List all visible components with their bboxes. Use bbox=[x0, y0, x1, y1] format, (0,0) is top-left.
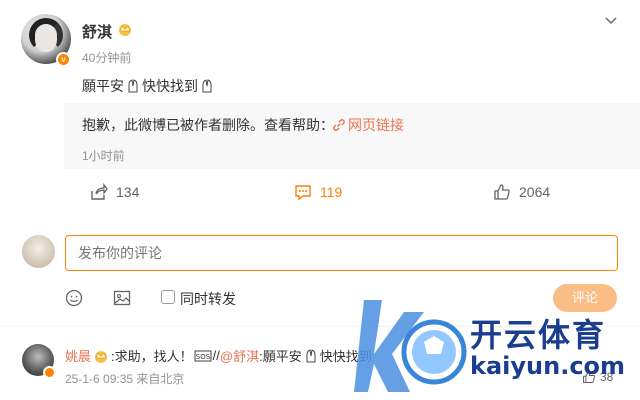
svg-text:SOS: SOS bbox=[195, 353, 210, 361]
commenter-verified-badge bbox=[43, 366, 56, 379]
crown-icon bbox=[119, 24, 131, 36]
comment-time: 25-1-6 09:35 来自北京 bbox=[65, 372, 185, 386]
sos-emoji-icon: SOS bbox=[194, 350, 212, 361]
repost-checkbox-label[interactable]: 同时转发 bbox=[180, 289, 236, 309]
share-icon bbox=[91, 183, 108, 200]
like-button[interactable]: 2064 bbox=[493, 183, 550, 201]
my-avatar[interactable] bbox=[22, 235, 55, 268]
image-icon[interactable] bbox=[113, 289, 131, 307]
share-count: 134 bbox=[116, 184, 140, 200]
help-link-label[interactable]: 网页链接 bbox=[348, 115, 404, 135]
comment-input[interactable] bbox=[65, 235, 618, 271]
emoji-icon[interactable] bbox=[65, 289, 83, 307]
post-text: 願平安 快快找到 bbox=[82, 76, 216, 96]
watermark-name: 开云体育 bbox=[470, 317, 607, 353]
like-count: 2064 bbox=[519, 184, 551, 200]
pray-emoji-icon bbox=[306, 348, 316, 362]
repost-box: 抱歉，此微博已被作者删除。查看帮助： 网页链接 1小时前 bbox=[64, 103, 640, 169]
thumbs-up-icon bbox=[494, 184, 510, 200]
verified-badge: v bbox=[56, 52, 71, 67]
post-text-part2: 快快找到 bbox=[142, 78, 198, 94]
comment-text-b: // bbox=[212, 348, 220, 363]
comment-text-a: :求助，找人！ bbox=[111, 349, 193, 364]
crown-icon bbox=[95, 350, 108, 363]
repost-checkbox[interactable] bbox=[161, 290, 175, 304]
pray-emoji-icon bbox=[202, 79, 212, 93]
action-bar: 134 119 2064 bbox=[0, 183, 640, 203]
commenter-name[interactable]: 姚晨 bbox=[65, 346, 91, 365]
chevron-down-icon[interactable] bbox=[604, 16, 618, 26]
comment-mention[interactable]: @舒淇 bbox=[220, 346, 259, 365]
post-time[interactable]: 40分钟前 bbox=[82, 49, 131, 66]
share-button[interactable]: 134 bbox=[90, 183, 139, 201]
deleted-notice: 抱歉，此微博已被作者删除。查看帮助： bbox=[82, 117, 334, 133]
comment-icon bbox=[295, 185, 311, 201]
post-text-part1: 願平安 bbox=[82, 78, 124, 94]
comment-body: 姚晨 :求助，找人！ SOS // @舒淇 :願平安 快快找到 bbox=[65, 346, 372, 365]
pray-emoji-icon bbox=[128, 79, 138, 93]
watermark-url: kaiyun.com bbox=[470, 352, 626, 380]
repost-time[interactable]: 1小时前 bbox=[82, 147, 125, 164]
help-link[interactable]: 网页链接 bbox=[332, 115, 404, 135]
post-author-name[interactable]: 舒淇 bbox=[82, 21, 112, 42]
avatar-face bbox=[35, 24, 57, 52]
comment-button[interactable]: 119 bbox=[294, 183, 342, 201]
comment-count: 119 bbox=[320, 184, 343, 200]
link-icon bbox=[333, 119, 345, 131]
comment-text-c: :願平安 bbox=[259, 349, 302, 364]
